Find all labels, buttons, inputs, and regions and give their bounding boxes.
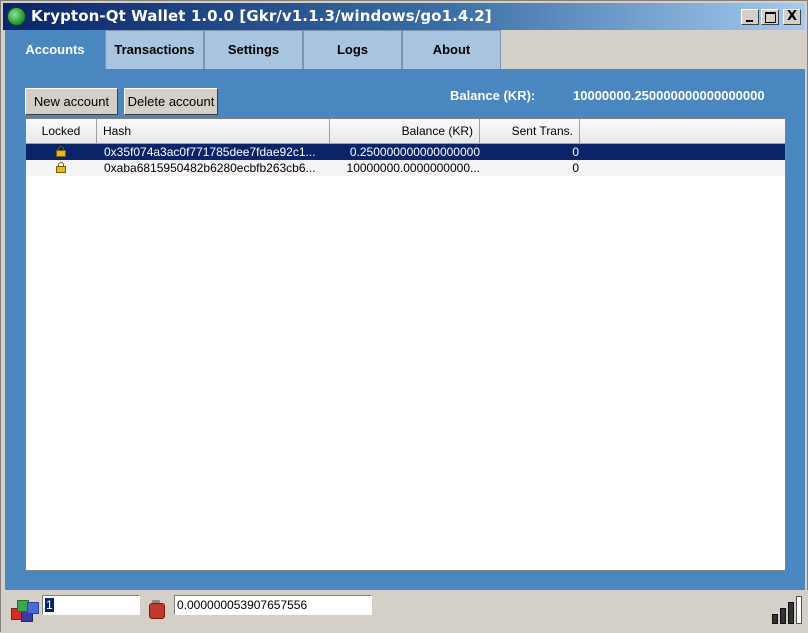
minimize-icon xyxy=(746,20,753,22)
network-cubes-icon xyxy=(11,598,41,624)
table-header: Locked Hash Balance (KR) Sent Trans. xyxy=(26,119,785,144)
title-bar[interactable]: Krypton-Qt Wallet 1.0.0 [Gkr/v1.1.3/wind… xyxy=(3,3,805,30)
new-account-button[interactable]: New account xyxy=(25,88,118,115)
close-button[interactable]: X xyxy=(783,9,801,25)
row-hash: 0x35f074a3ac0f771785dee7fdae92c1... xyxy=(104,145,316,159)
column-header-hash[interactable]: Hash xyxy=(97,119,330,143)
app-globe-icon xyxy=(7,7,26,26)
column-header-locked[interactable]: Locked xyxy=(26,119,97,143)
minimize-button[interactable] xyxy=(741,9,759,25)
row-hash: 0xaba6815950482b6280ecbfb263cb6... xyxy=(104,161,316,175)
tab-bar: Accounts Transactions Settings Logs Abou… xyxy=(5,30,805,70)
accounts-panel: New account Delete account Balance (KR):… xyxy=(5,69,805,590)
close-icon: X xyxy=(786,9,798,24)
tab-about[interactable]: About xyxy=(402,30,501,69)
column-header-balance[interactable]: Balance (KR) xyxy=(330,119,480,143)
gas-price-field[interactable]: 0.000000053907657556 xyxy=(174,595,372,615)
peers-field[interactable]: 1 xyxy=(42,595,140,615)
balance-value: 10000000.250000000000000000 xyxy=(573,88,765,103)
maximize-button[interactable] xyxy=(761,9,779,25)
tab-accounts[interactable]: Accounts xyxy=(5,30,105,70)
column-header-sent-trans[interactable]: Sent Trans. xyxy=(480,119,580,143)
row-sent-trans: 0 xyxy=(572,161,579,175)
column-header-filler xyxy=(580,119,785,143)
tab-transactions[interactable]: Transactions xyxy=(105,30,204,69)
fuel-can-icon xyxy=(146,598,168,622)
signal-strength-icon xyxy=(771,596,802,626)
tab-logs[interactable]: Logs xyxy=(303,30,402,69)
row-sent-trans: 0 xyxy=(572,145,579,159)
row-balance: 10000000.0000000000... xyxy=(346,161,480,175)
lock-icon xyxy=(56,162,66,173)
balance-label: Balance (KR): xyxy=(450,88,536,103)
tab-settings[interactable]: Settings xyxy=(204,30,303,69)
row-balance: 0.250000000000000000 xyxy=(349,145,480,159)
accounts-table[interactable]: Locked Hash Balance (KR) Sent Trans. 0x3… xyxy=(25,118,786,571)
maximize-icon xyxy=(765,12,776,23)
table-row[interactable]: 0x35f074a3ac0f771785dee7fdae92c1... 0.25… xyxy=(26,144,785,160)
main-window: Krypton-Qt Wallet 1.0.0 [Gkr/v1.1.3/wind… xyxy=(0,0,808,633)
window-title: Krypton-Qt Wallet 1.0.0 [Gkr/v1.1.3/wind… xyxy=(31,7,492,25)
lock-icon xyxy=(56,146,66,157)
delete-account-button[interactable]: Delete account xyxy=(124,88,218,115)
table-row[interactable]: 0xaba6815950482b6280ecbfb263cb6... 10000… xyxy=(26,160,785,176)
